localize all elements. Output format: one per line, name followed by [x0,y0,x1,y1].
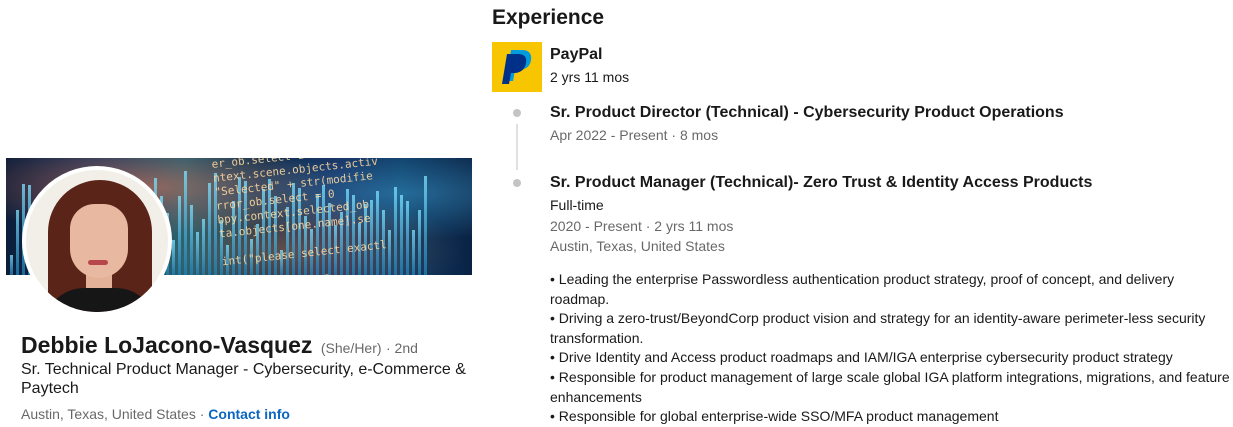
banner-bar [10,255,13,275]
banner-code-overlay: er_ob.select=1 ntext.scene.objects.activ… [211,158,388,275]
banner-bar [184,171,187,275]
avatar-face [70,204,128,278]
contact-info-link[interactable]: Contact info [208,406,290,422]
banner-bar [418,209,421,275]
banner-bar [208,183,211,275]
banner-bar [424,175,427,275]
banner-bar [172,239,175,275]
banner-bar [400,195,403,275]
role-dates: Apr 2022 - Present · 8 mos [550,127,719,143]
banner-bar [178,196,181,275]
timeline-dot [513,109,521,117]
banner-bar [196,231,199,275]
profile-location: Austin, Texas, United States · [21,406,205,422]
role-title: Sr. Product Director (Technical) - Cyber… [550,104,1064,121]
company-tenure: 2 yrs 11 mos [550,69,630,85]
role-employment-type: Full-time [550,197,604,213]
avatar[interactable] [22,166,172,316]
role-title: Sr. Product Manager (Technical)- Zero Tr… [550,174,1093,191]
timeline-dot [513,179,521,187]
banner-bar [190,204,193,275]
banner-bar [406,201,409,275]
paypal-logo-icon[interactable] [492,42,542,92]
profile-pronouns: (She/Her) [320,340,382,356]
description-bullet: • Responsible for product management of … [550,368,1230,405]
banner-bar [202,219,205,275]
profile-name-row: Debbie LoJacono-Vasquez (She/Her) · 2nd [21,332,418,359]
role-description: • Leading the enterprise Passwordless au… [550,270,1230,427]
profile-name: Debbie LoJacono-Vasquez [21,332,313,358]
description-bullet: • Driving a zero-trust/BeyondCorp produc… [550,310,1206,346]
role-location: Austin, Texas, United States [550,238,725,254]
banner-bar [16,210,19,275]
banner-bar [394,187,397,275]
description-bullet: • Drive Identity and Access product road… [550,349,1173,366]
timeline-line [516,124,518,170]
description-bullet: • Leading the enterprise Passwordless au… [550,271,1175,307]
profile-location-row: Austin, Texas, United States · Contact i… [21,406,290,422]
profile-headline: Sr. Technical Product Manager - Cybersec… [21,361,466,397]
company-name[interactable]: PayPal [550,46,602,64]
avatar-lips [88,260,108,265]
paypal-logo-glyph [502,50,532,84]
connection-degree: · 2nd [386,340,418,356]
experience-section-title: Experience [492,6,605,29]
role-dates: 2020 - Present · 2 yrs 11 mos [550,218,734,234]
banner-bar [412,229,415,275]
